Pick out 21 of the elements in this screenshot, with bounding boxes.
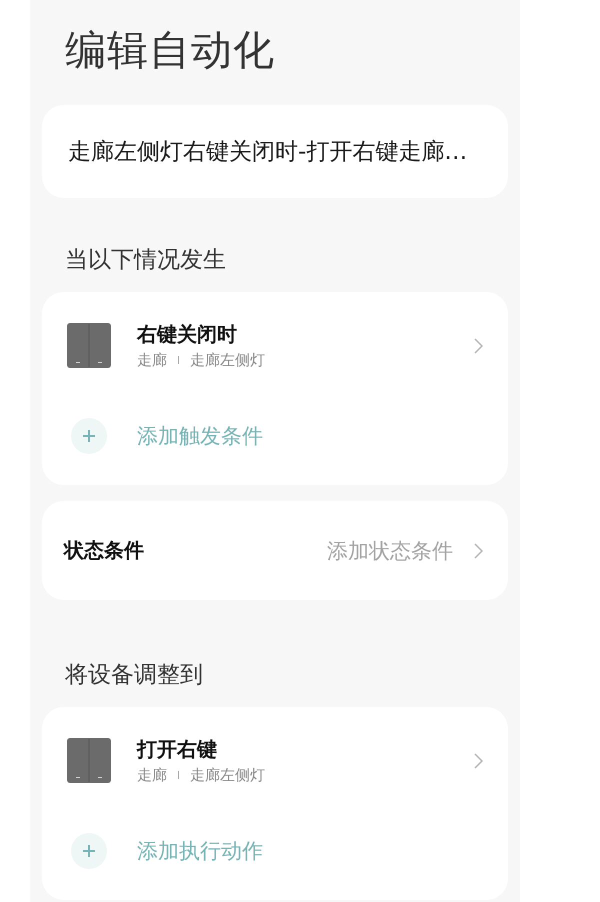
switch-panel-icon	[67, 738, 111, 783]
add-condition-button[interactable]: 添加状态条件	[327, 536, 483, 564]
chevron-right-icon	[474, 752, 483, 768]
section-heading: 当以下情况发生	[65, 246, 226, 275]
action-title: 打开右键	[137, 737, 217, 761]
condition-label: 状态条件	[64, 537, 144, 564]
section-heading: 将设备调整到	[65, 661, 203, 690]
add-trigger-button[interactable]: 添加触发条件	[71, 418, 263, 454]
plus-icon	[71, 418, 107, 454]
room-label: 走廊	[137, 766, 167, 784]
chevron-right-icon	[474, 338, 483, 354]
device-label: 走廊左侧灯	[190, 351, 265, 369]
plus-icon	[71, 833, 107, 869]
device-label: 走廊左侧灯	[190, 766, 265, 784]
chevron-right-icon	[474, 542, 483, 558]
name-field[interactable]: 走廊左侧灯右键关闭时-打开右键走廊…	[42, 105, 508, 198]
switch-panel-icon	[67, 323, 111, 368]
add-action-button[interactable]: 添加执行动作	[71, 833, 263, 869]
page-title: 编辑自动化	[65, 26, 275, 74]
trigger-title: 右键关闭时	[137, 322, 237, 346]
room-label: 走廊	[137, 351, 167, 369]
